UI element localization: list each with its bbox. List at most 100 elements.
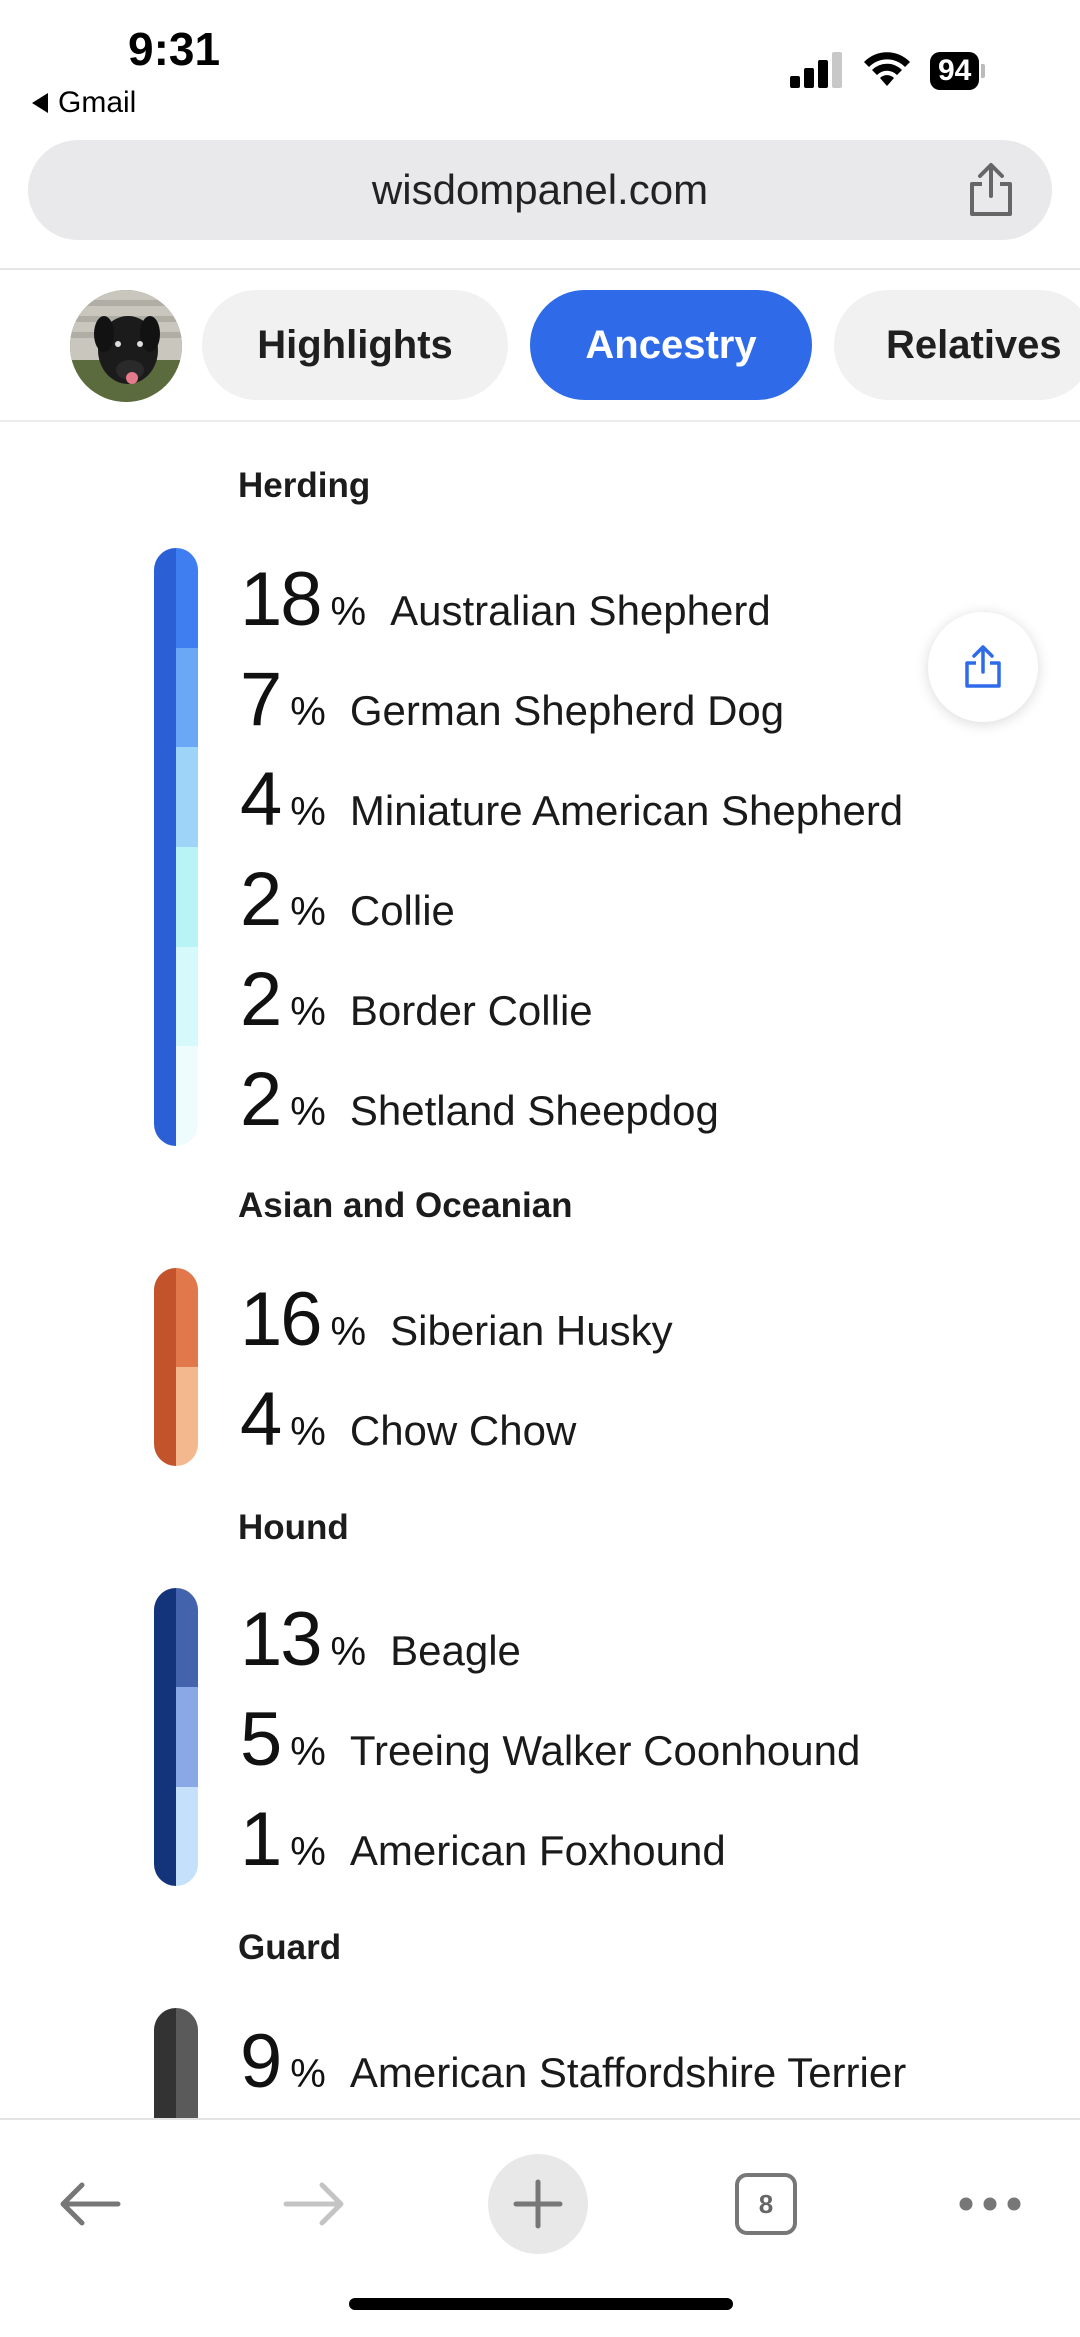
color-bar-segment: [176, 1786, 198, 1886]
percent-sign: %: [290, 1830, 326, 1874]
breed-percent: 2: [240, 1057, 282, 1142]
arrow-left-icon: [60, 2182, 121, 2226]
breed-percent: 5: [240, 1697, 282, 1782]
tab-ancestry[interactable]: Ancestry: [530, 290, 812, 400]
breed-row: 2% Collie: [240, 856, 455, 943]
breed-name: Chow Chow: [349, 1407, 577, 1454]
url-text: wisdompanel.com: [371, 166, 709, 213]
breed-row: 1% American Foxhound: [240, 1796, 726, 1883]
percent-sign: %: [290, 1410, 326, 1454]
color-bar-segment: [176, 847, 198, 947]
tabs-button[interactable]: 8: [716, 2154, 816, 2254]
forward-button[interactable]: [264, 2154, 364, 2254]
breed-name: German Shepherd Dog: [349, 687, 785, 734]
group-title-herding: Herding: [238, 466, 371, 505]
percent-sign: %: [290, 1090, 326, 1134]
breed-name: Shetland Sheepdog: [349, 1087, 719, 1134]
divider: [0, 420, 1080, 422]
breed-row: 2% Shetland Sheepdog: [240, 1056, 719, 1143]
tab-relatives[interactable]: Relatives: [834, 290, 1080, 400]
breed-row: 4% Miniature American Shepherd: [240, 756, 903, 843]
breed-name: American Staffordshire Terrier: [349, 2049, 907, 2096]
group-color-bar-herding: [154, 548, 198, 1146]
percent-sign: %: [290, 890, 326, 934]
breed-name: Collie: [349, 887, 455, 934]
color-bar-segments: [176, 1588, 198, 1886]
breed-percent: 4: [240, 1377, 282, 1462]
breed-name: Miniature American Shepherd: [349, 787, 904, 834]
breed-percent: 9: [240, 2019, 282, 2104]
status-bar: 9:31 Gmail 94: [0, 0, 1080, 130]
breed-name: Beagle: [390, 1627, 521, 1674]
breed-name: American Foxhound: [349, 1827, 726, 1874]
cellular-signal-icon: [790, 52, 844, 88]
dog-avatar[interactable]: [70, 290, 182, 402]
group-title-hound: Hound: [238, 1508, 349, 1547]
battery-level: 94: [930, 52, 980, 90]
color-bar-segment: [176, 1367, 198, 1466]
color-bar-edge: [154, 1268, 176, 1466]
breed-name: Border Collie: [349, 987, 593, 1034]
more-button[interactable]: [940, 2154, 1040, 2254]
percent-sign: %: [330, 590, 367, 634]
group-title-guard: Guard: [238, 1928, 342, 1967]
home-indicator: [349, 2298, 733, 2310]
color-bar-segment: [176, 647, 198, 748]
color-bar-segments: [176, 548, 198, 1146]
back-button[interactable]: [40, 2154, 140, 2254]
group-color-bar-hound: [154, 1588, 198, 1886]
battery-cap: [981, 64, 986, 78]
percent-sign: %: [290, 2052, 326, 2096]
tab-highlights[interactable]: Highlights: [202, 290, 508, 400]
percent-sign: %: [290, 1730, 326, 1774]
breed-name: Australian Shepherd: [390, 587, 771, 634]
breed-percent: 7: [240, 657, 282, 742]
group-title-asian-oceanian: Asian and Oceanian: [238, 1186, 573, 1225]
breed-row: 2% Border Collie: [240, 956, 593, 1043]
new-tab-button[interactable]: [488, 2154, 588, 2254]
percent-sign: %: [290, 990, 326, 1034]
breed-name: Siberian Husky: [390, 1307, 673, 1354]
address-bar[interactable]: wisdompanel.com: [28, 140, 1052, 240]
floating-share-button[interactable]: [928, 612, 1038, 722]
breed-percent: 4: [240, 757, 282, 842]
back-to-app-link[interactable]: Gmail: [32, 86, 136, 120]
divider: [0, 268, 1080, 270]
report-tabs: Highlights Ancestry Relatives: [0, 288, 1080, 402]
status-time: 9:31: [128, 23, 221, 75]
breed-percent: 2: [240, 957, 282, 1042]
breed-percent: 16: [240, 1277, 323, 1362]
breed-percent: 2: [240, 857, 282, 942]
percent-sign: %: [290, 690, 326, 734]
breed-percent: 1: [240, 1797, 282, 1882]
arrow-right-icon: [283, 2182, 344, 2226]
color-bar-segment: [176, 747, 198, 848]
breed-row: 13% Beagle: [240, 1596, 521, 1683]
color-bar-segment: [176, 1046, 198, 1146]
percent-sign: %: [330, 1630, 367, 1674]
back-app-label: Gmail: [58, 86, 137, 119]
share-icon: [965, 645, 1001, 688]
color-bar-segments: [176, 1268, 198, 1466]
breed-row: 9% American Staffordshire Terrier: [240, 2018, 906, 2105]
color-bar-segment: [176, 1268, 198, 1367]
breed-row: 4% Chow Chow: [240, 1376, 576, 1463]
color-bar-segment: [176, 1687, 198, 1787]
more-icon: [959, 2197, 1021, 2211]
color-bar-segment: [176, 946, 198, 1047]
breed-row: 16% Siberian Husky: [240, 1276, 673, 1363]
breed-percent: 13: [240, 1597, 323, 1682]
plus-icon: [513, 2179, 563, 2229]
breed-percent: 18: [240, 557, 323, 642]
breed-row: 7% German Shepherd Dog: [240, 656, 784, 743]
back-triangle-icon: [32, 93, 48, 113]
tabs-icon: 8: [735, 2173, 797, 2235]
color-bar-edge: [154, 548, 176, 1146]
breed-name: Treeing Walker Coonhound: [349, 1727, 861, 1774]
color-bar-edge: [154, 1588, 176, 1886]
battery-indicator: 94: [930, 52, 986, 90]
share-icon[interactable]: [966, 162, 1016, 218]
color-bar-segment: [176, 548, 198, 648]
color-bar-segment: [176, 1588, 198, 1688]
wifi-icon: [864, 52, 910, 86]
